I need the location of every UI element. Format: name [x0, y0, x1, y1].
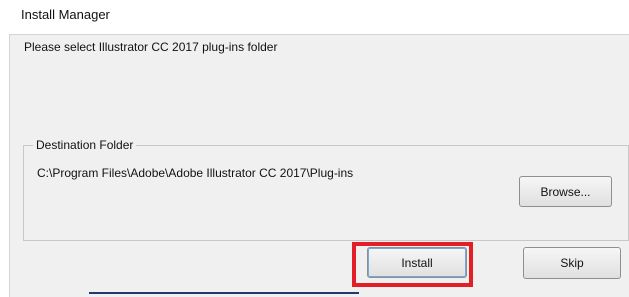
browse-button[interactable]: Browse... — [519, 176, 612, 207]
install-highlight-box — [352, 242, 473, 287]
destination-path: C:\Program Files\Adobe\Adobe Illustrator… — [37, 166, 354, 180]
instruction-text: Please select Illustrator CC 2017 plug-i… — [24, 40, 278, 54]
skip-button[interactable]: Skip — [523, 247, 621, 279]
destination-folder-group: Destination Folder C:\Program Files\Adob… — [23, 138, 629, 241]
install-dialog: Please select Illustrator CC 2017 plug-i… — [9, 34, 629, 297]
destination-folder-label: Destination Folder — [33, 138, 137, 152]
window-title: Install Manager — [21, 7, 110, 22]
